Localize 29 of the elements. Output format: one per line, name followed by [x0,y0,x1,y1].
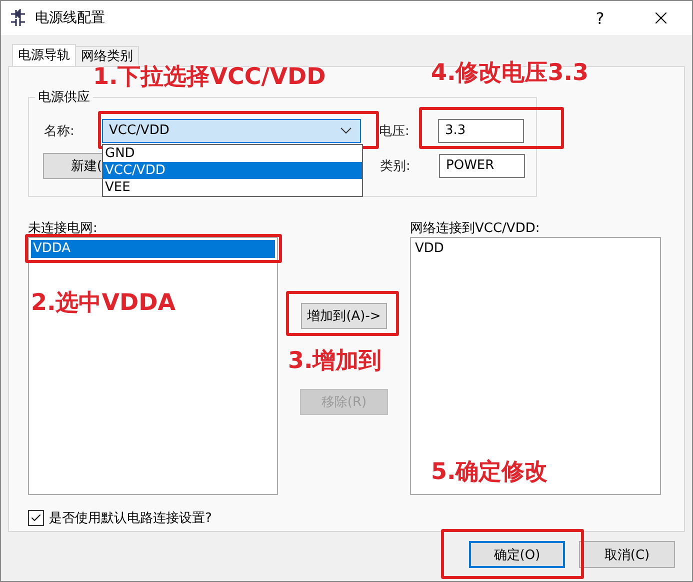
list-item[interactable]: VDD [413,240,658,258]
group-title: 电源供应 [35,88,93,106]
dialog-button[interactable]: 确定(O) [469,541,565,568]
chevron-down-icon [340,126,352,134]
class-label: 类别: [380,158,412,174]
annotation-text: 4.修改电压3.3 [431,59,588,88]
add-button[interactable]: 增加到(A)-> [301,303,387,329]
list-label: 网络连接到VCC/VDD: [410,220,541,237]
dialog-button[interactable]: 取消(C) [579,541,675,568]
voltage-label: 电压: [379,122,410,140]
annotation-text: 5.确定修改 [431,458,548,487]
voltage-field[interactable]: 3.3 [438,118,524,142]
class-field[interactable]: POWER [439,154,525,178]
tab[interactable]: 电源导轨 [12,44,76,66]
window-title: 电源线配置 [35,9,106,27]
app-icon [9,9,27,27]
new-button[interactable]: 新建( [43,152,103,178]
list-item[interactable]: VDDA [31,240,275,258]
tab[interactable]: 网络类别 [75,46,139,66]
check-icon [30,512,42,524]
checkbox-label: 是否使用默认电路连接设置? [49,510,212,527]
name-label: 名称: [44,122,76,140]
annotation-text: 1.下拉选择VCC/VDD [93,63,326,92]
dropdown-option[interactable]: VCC/VDD [103,162,362,178]
annotation-text: 2.选中VDDA [31,289,176,318]
annotation-text: 3.增加到 [288,347,382,376]
help-button[interactable]: ? [570,8,630,28]
checkbox[interactable] [28,510,44,526]
list-label: 未连接电网: [28,220,98,237]
